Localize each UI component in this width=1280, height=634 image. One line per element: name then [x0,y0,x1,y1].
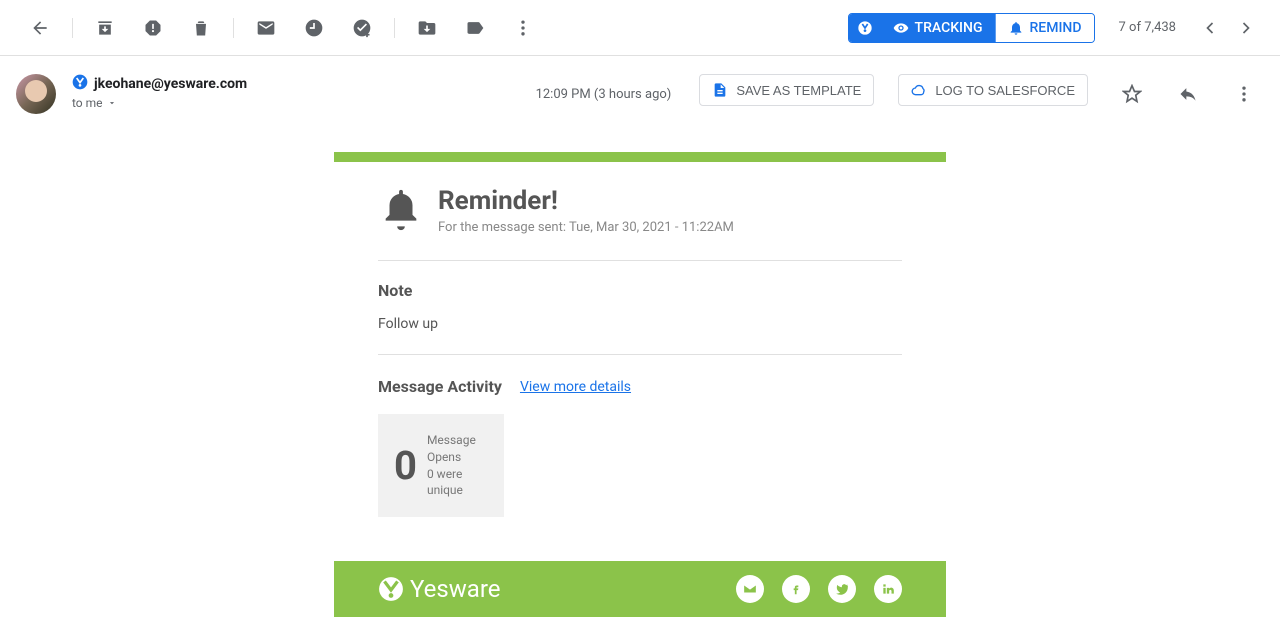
timestamp: 12:09 PM (3 hours ago) [536,87,672,102]
opens-label: Message Opens [427,432,488,466]
linkedin-icon[interactable] [874,575,902,603]
view-details-link[interactable]: View more details [520,379,631,395]
log-salesforce-button[interactable]: LOG TO SALESFORCE [898,74,1088,106]
email-social-icon[interactable] [736,575,764,603]
chevron-down-icon [107,98,117,108]
remind-button[interactable]: REMIND [996,14,1094,42]
save-template-label: SAVE AS TEMPLATE [736,83,861,98]
mark-unread-icon[interactable] [256,18,276,38]
bell-icon [378,186,424,240]
labels-icon[interactable] [465,18,485,38]
yesware-badge-icon [72,74,88,94]
newer-icon[interactable] [1200,18,1220,38]
add-task-icon[interactable] [352,18,372,38]
more-icon[interactable] [513,18,533,38]
avatar[interactable] [16,74,56,114]
opens-stat: 0 Message Opens 0 were unique [378,414,504,517]
reminder-subtitle: For the message sent: Tue, Mar 30, 2021 … [438,220,734,235]
snooze-icon[interactable] [304,18,324,38]
delete-icon[interactable] [191,18,211,38]
card-footer: Yesware [334,561,946,617]
tracking-label: TRACKING [915,20,983,36]
opens-count: 0 [394,442,417,489]
save-template-button[interactable]: SAVE AS TEMPLATE [699,74,874,106]
twitter-icon[interactable] [828,575,856,603]
remind-label: REMIND [1030,20,1082,36]
yesware-toolbar: TRACKING REMIND [848,13,1095,43]
older-icon[interactable] [1236,18,1256,38]
activity-heading: Message Activity [378,377,502,396]
recipient-dropdown[interactable]: to me [72,96,247,110]
note-body: Follow up [378,316,902,355]
footer-brand-text: Yesware [410,575,501,603]
to-label: to me [72,96,103,110]
facebook-icon[interactable] [782,575,810,603]
move-to-icon[interactable] [417,18,437,38]
more-actions-icon[interactable] [1234,84,1254,104]
yesware-footer-logo[interactable]: Yesware [378,575,501,603]
reminder-card: Reminder! For the message sent: Tue, Mar… [334,152,946,617]
reminder-title: Reminder! [438,186,734,216]
sender-email[interactable]: jkeohane@yesware.com [94,76,247,92]
email-toolbar: TRACKING REMIND 7 of 7,438 [0,0,1280,56]
pagination-text: 7 of 7,438 [1119,20,1176,35]
log-salesforce-label: LOG TO SALESFORCE [935,83,1075,98]
message-header: jkeohane@yesware.com to me 12:09 PM (3 h… [0,56,1280,122]
opens-unique: 0 were unique [427,466,488,500]
tracking-button[interactable]: TRACKING [881,14,996,42]
yesware-logo-icon[interactable] [849,14,881,42]
reply-icon[interactable] [1178,84,1198,104]
archive-icon[interactable] [95,18,115,38]
star-icon[interactable] [1122,84,1142,104]
note-heading: Note [378,281,902,300]
spam-icon[interactable] [143,18,163,38]
back-icon[interactable] [30,18,50,38]
